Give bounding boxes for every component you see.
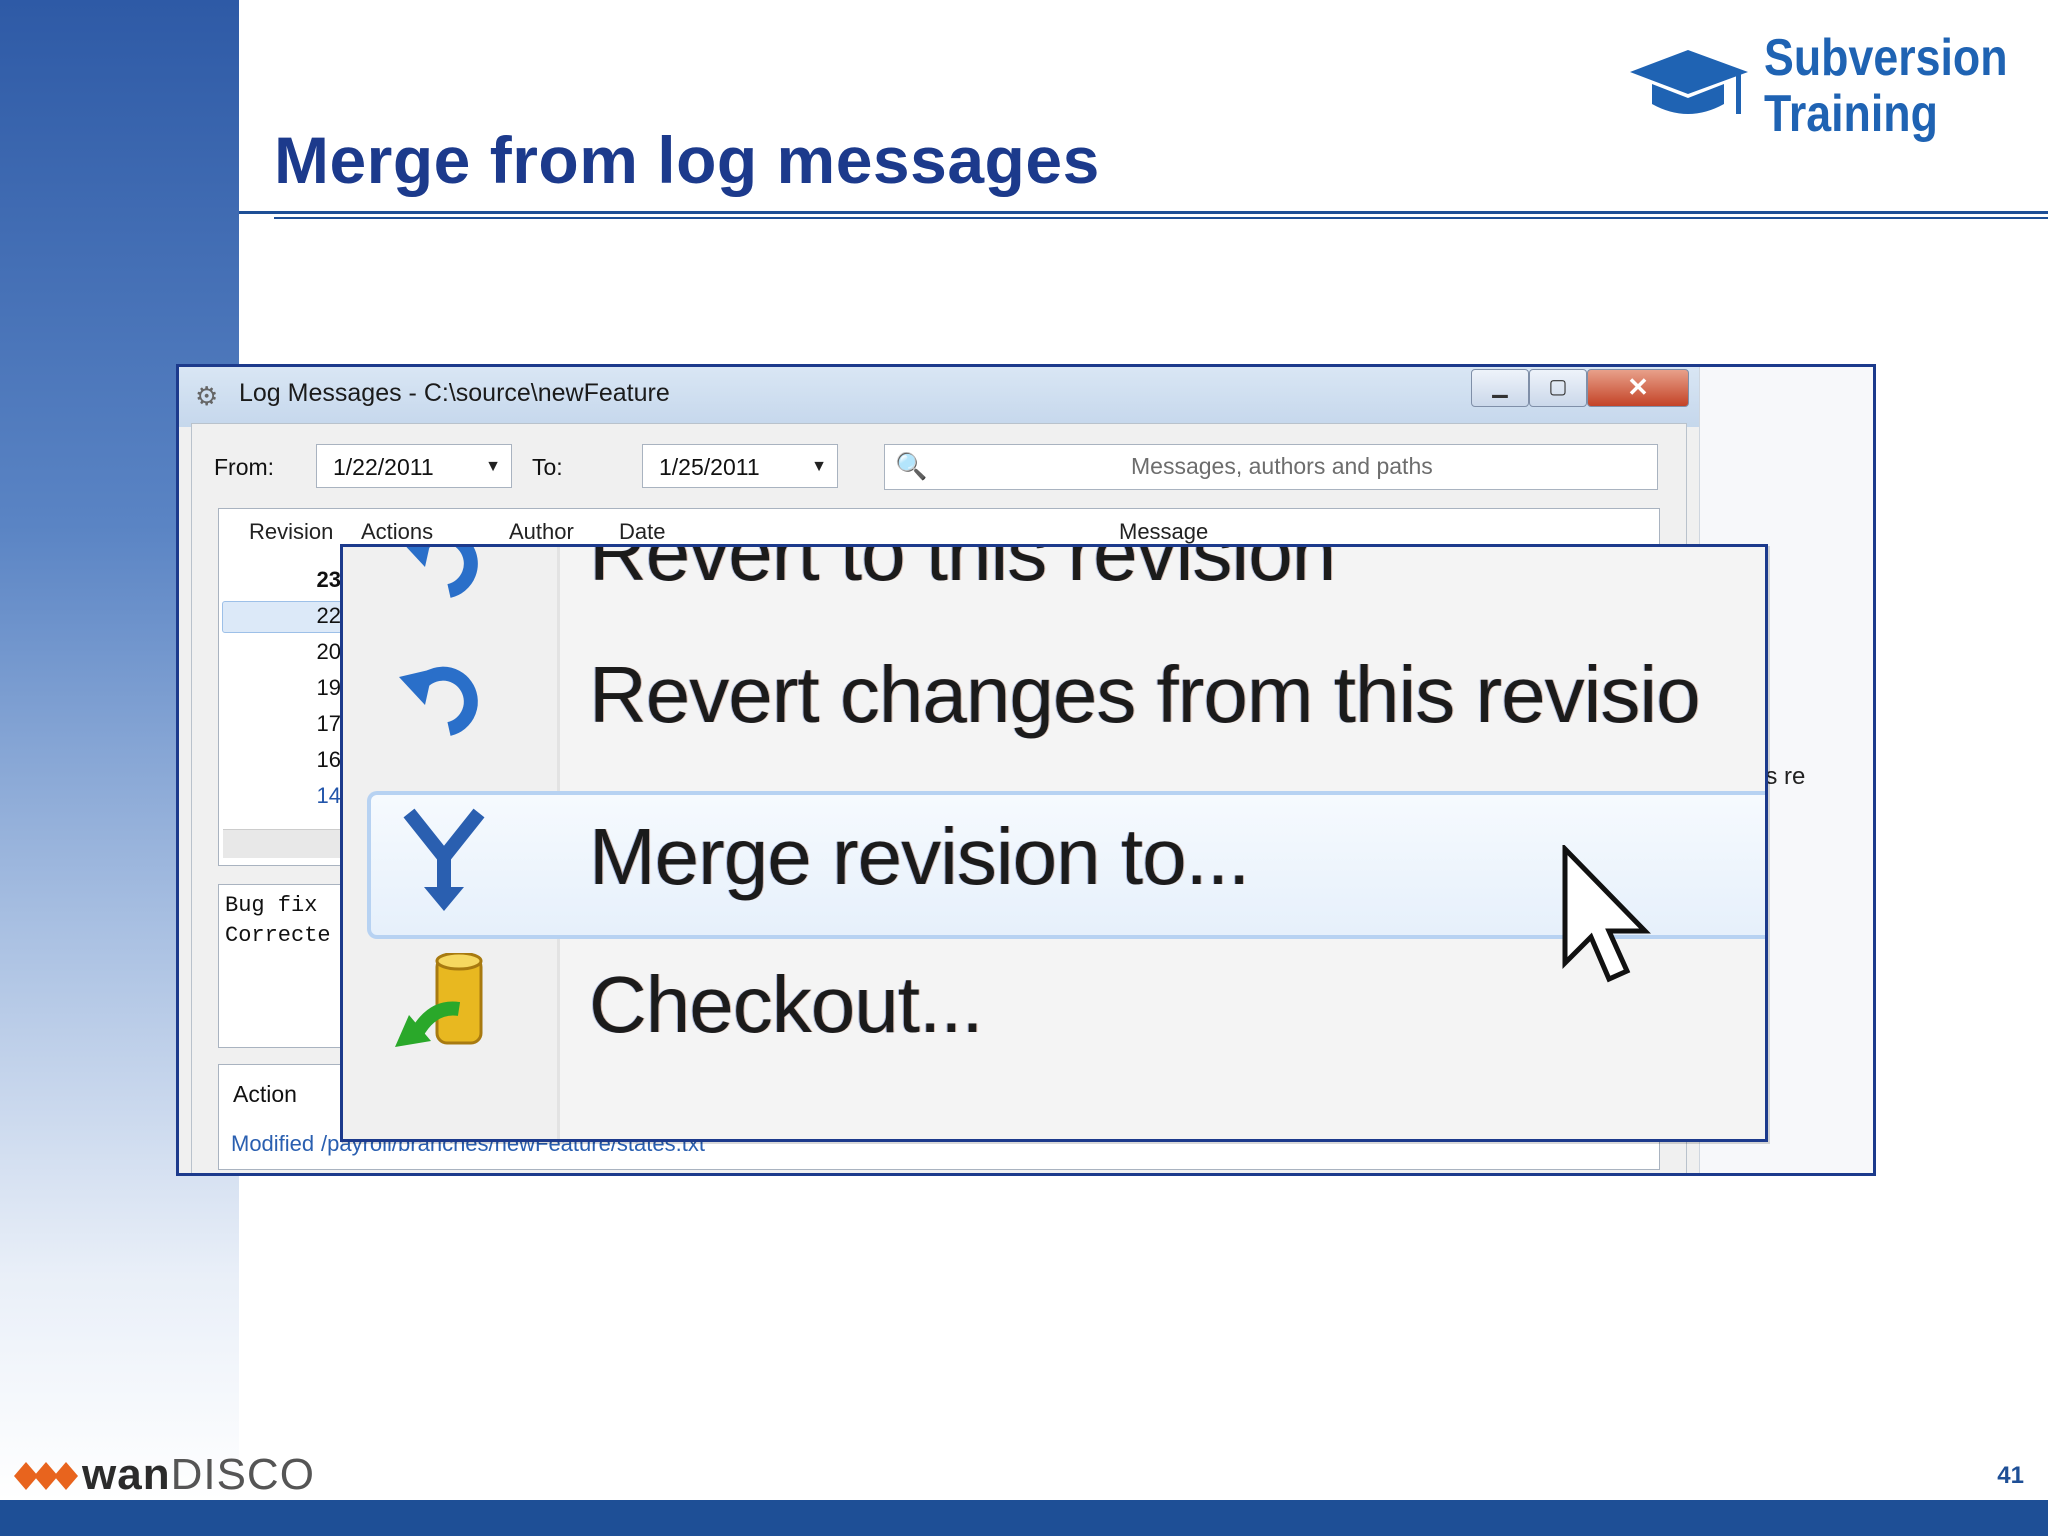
column-header-date[interactable]: Date <box>619 519 665 545</box>
slide-title: Merge from log messages <box>274 123 1100 197</box>
from-label: From: <box>214 454 275 480</box>
search-icon[interactable]: 🔍 <box>895 451 927 482</box>
column-header-message[interactable]: Message <box>1119 519 1208 545</box>
brand-line-2: Training <box>1764 85 1938 143</box>
menu-item-checkout[interactable]: Checkout... <box>343 939 1765 1089</box>
column-header-actions[interactable]: Actions <box>361 519 433 545</box>
chevron-down-icon: ▼ <box>485 458 501 475</box>
revision-row[interactable]: 16 <box>279 747 341 773</box>
graduation-cap-icon <box>1630 50 1748 114</box>
footer-bar <box>0 1500 2048 1536</box>
search-input[interactable]: 🔍 Messages, authors and paths <box>884 444 1658 490</box>
menu-item-merge-revision[interactable]: Merge revision to... <box>343 785 1765 939</box>
search-placeholder: Messages, authors and paths <box>1131 453 1433 479</box>
menu-item-label: Checkout... <box>589 960 984 1049</box>
merge-icon <box>403 808 485 911</box>
menu-item-revert-changes[interactable]: Revert changes from this revisio <box>343 631 1765 781</box>
revision-row[interactable]: 17 <box>279 711 341 737</box>
horizontal-scrollbar[interactable] <box>223 829 343 858</box>
from-date-value: 1/22/2011 <box>333 454 434 480</box>
to-label: To: <box>532 454 563 480</box>
to-date-value: 1/25/2011 <box>659 454 760 480</box>
maximize-button[interactable]: ▢ <box>1529 369 1587 407</box>
wandisco-chevrons-icon <box>14 1462 78 1490</box>
close-button[interactable]: ✕ <box>1587 369 1689 407</box>
path-action: Modified <box>231 1131 315 1156</box>
checkout-icon <box>395 953 483 1047</box>
brand-text: Subversion Training <box>1764 30 2008 142</box>
menu-item-label: Revert changes from this revisio <box>589 650 1701 739</box>
from-date-picker[interactable]: 1/22/2011 ▼ <box>316 444 512 488</box>
to-date-picker[interactable]: 1/25/2011 ▼ <box>642 444 838 488</box>
revision-row[interactable]: 20 <box>279 639 341 665</box>
revert-changes-icon <box>399 666 478 736</box>
wordmark-thin: DISCO <box>170 1450 315 1499</box>
window-title: Log Messages - C:\source\newFeature <box>239 379 670 407</box>
column-header-revision[interactable]: Revision <box>249 519 333 545</box>
wandisco-logo: wanDISCO <box>14 1448 314 1500</box>
revision-row[interactable]: 22 <box>279 603 341 629</box>
menu-item-revert-to-revision[interactable]: Revert to this revision <box>343 544 1765 639</box>
window-app-icon: ⚙ <box>195 381 219 411</box>
title-divider <box>239 211 2048 214</box>
wordmark-bold: wan <box>82 1450 171 1499</box>
menu-item-label: Revert to this revision <box>589 544 1336 597</box>
mouse-cursor-icon <box>1562 845 1651 983</box>
menu-item-label: Merge revision to... <box>589 812 1250 901</box>
title-divider-secondary <box>274 217 2048 219</box>
revision-row[interactable]: 14 <box>279 783 341 809</box>
zoomed-context-menu: Revert to this revision Revert changes f… <box>340 544 1768 1142</box>
brand-line-1: Subversion <box>1764 29 2008 87</box>
revision-row[interactable]: 19 <box>279 675 341 701</box>
subversion-training-logo: Subversion Training <box>1630 30 2030 150</box>
column-header-action[interactable]: Action <box>233 1081 297 1108</box>
minimize-button[interactable]: ▁ <box>1471 369 1529 407</box>
revert-icon <box>406 547 478 598</box>
page-number: 41 <box>1997 1462 2024 1489</box>
wandisco-wordmark: wanDISCO <box>82 1450 315 1500</box>
window-controls: ▁ ▢ ✕ <box>1471 369 1689 407</box>
column-header-author[interactable]: Author <box>509 519 574 545</box>
chevron-down-icon: ▼ <box>811 458 827 475</box>
revision-row[interactable]: 23 <box>279 567 341 593</box>
